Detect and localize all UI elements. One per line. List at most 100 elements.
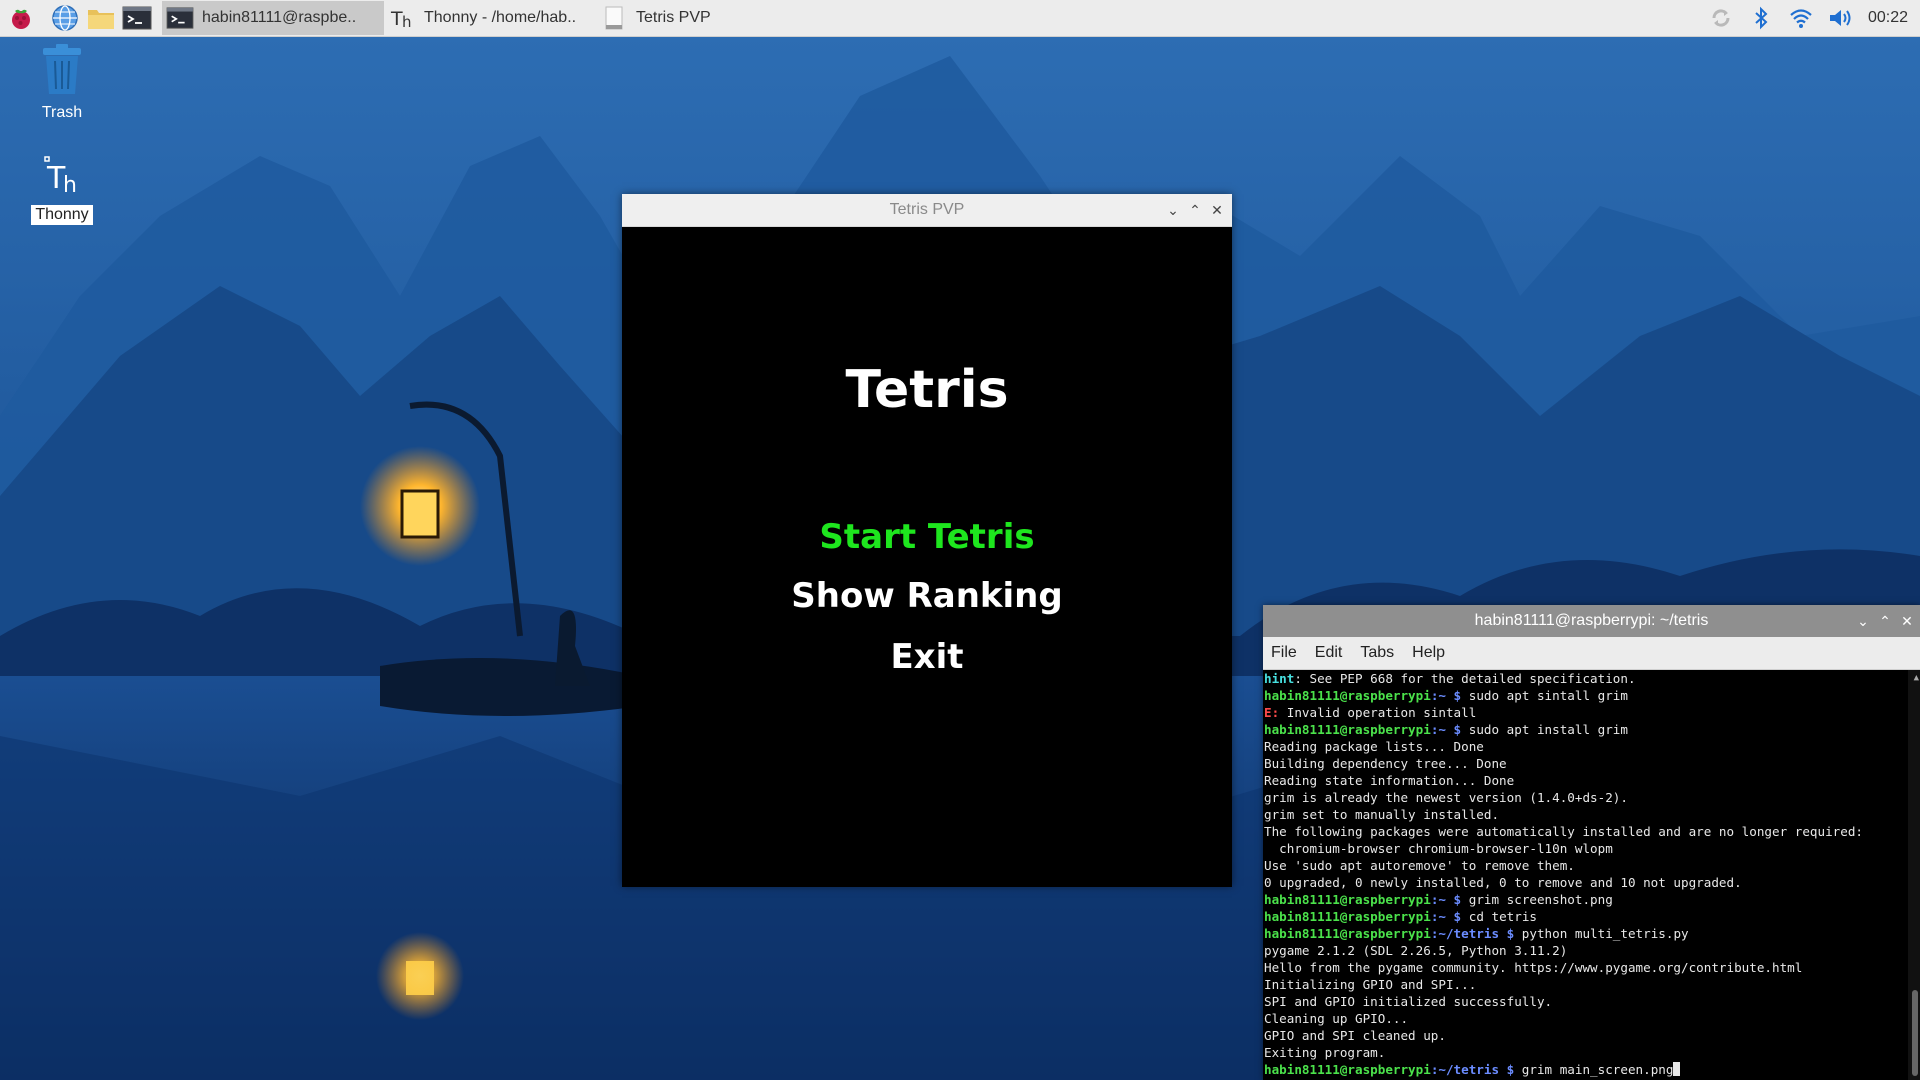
terminal-line: 0 upgraded, 0 newly installed, 0 to remo… xyxy=(1264,875,1742,890)
window-title: habin81111@raspberrypi: ~/tetris xyxy=(1474,612,1709,629)
window-titlebar[interactable]: habin81111@raspberrypi: ~/tetris ⌄ ⌃ ✕ xyxy=(1263,605,1920,637)
prompt-path: :~ $ xyxy=(1430,722,1462,737)
terminal-window: habin81111@raspberrypi: ~/tetris ⌄ ⌃ ✕ F… xyxy=(1263,605,1920,1080)
maximize-button[interactable]: ⌃ xyxy=(1874,610,1896,632)
command-text: cd tetris xyxy=(1461,909,1537,924)
prompt-path: :~/tetris $ xyxy=(1430,926,1515,941)
desktop-icon-trash[interactable]: Trash xyxy=(22,44,102,123)
terminal-line: grim is already the newest version (1.4.… xyxy=(1264,790,1628,805)
web-browser-icon[interactable] xyxy=(50,3,80,33)
terminal-line: habin81111@raspberrypi:~/tetris $ python… xyxy=(1264,925,1920,942)
menu-tabs[interactable]: Tabs xyxy=(1352,644,1404,662)
terminal-line: habin81111@raspberrypi:~ $ sudo apt inst… xyxy=(1264,721,1920,738)
desktop-icon-label: Trash xyxy=(41,104,83,121)
task-label: Thonny - /home/hab.. xyxy=(424,9,577,26)
minimize-button[interactable]: ⌄ xyxy=(1852,610,1874,632)
menu-exit[interactable]: Exit xyxy=(622,637,1232,677)
clock[interactable]: 00:22 xyxy=(1868,9,1908,27)
terminal-line: habin81111@raspberrypi:~/tetris $ grim m… xyxy=(1264,1061,1920,1078)
command-text: sudo apt install grim xyxy=(1461,722,1628,737)
terminal-menubar: File Edit Tabs Help xyxy=(1263,637,1920,670)
minimize-button[interactable]: ⌄ xyxy=(1162,199,1184,221)
prompt-user: habin81111@raspberrypi xyxy=(1264,1062,1431,1077)
svg-text:h: h xyxy=(63,173,77,198)
terminal-line: pygame 2.1.2 (SDL 2.26.5, Python 3.11.2) xyxy=(1264,943,1568,958)
terminal-icon xyxy=(166,5,194,31)
menu-file[interactable]: File xyxy=(1263,644,1307,662)
volume-icon[interactable] xyxy=(1826,3,1856,33)
update-icon[interactable] xyxy=(1706,3,1736,33)
menu-help[interactable]: Help xyxy=(1404,644,1455,662)
command-text: grim main_screen.png xyxy=(1514,1062,1674,1077)
output-text: : See PEP 668 for the detailed specifica… xyxy=(1294,671,1636,686)
command-text: grim screenshot.png xyxy=(1461,892,1613,907)
game-canvas[interactable]: Tetris Start Tetris Show Ranking Exit xyxy=(622,227,1232,887)
svg-text:h: h xyxy=(402,13,412,30)
terminal-line: Initializing GPIO and SPI... xyxy=(1264,977,1477,992)
command-text: python multi_tetris.py xyxy=(1514,926,1689,941)
task-thonny[interactable]: Th Thonny - /home/hab.. xyxy=(384,1,596,35)
menu-start-tetris[interactable]: Start Tetris xyxy=(622,517,1232,557)
terminal-line: The following packages were automaticall… xyxy=(1264,824,1863,839)
terminal-line: GPIO and SPI cleaned up. xyxy=(1264,1028,1446,1043)
trash-icon xyxy=(22,44,102,101)
prompt-path: :~ $ xyxy=(1430,909,1462,924)
terminal-launcher-icon[interactable] xyxy=(122,3,152,33)
terminal-output[interactable]: ▲ hint: See PEP 668 for the detailed spe… xyxy=(1263,670,1920,1080)
close-button[interactable]: ✕ xyxy=(1896,610,1918,632)
prompt-user: habin81111@raspberrypi xyxy=(1264,688,1431,703)
task-label: habin81111@raspbe.. xyxy=(202,9,357,26)
task-terminal[interactable]: habin81111@raspbe.. xyxy=(162,1,384,35)
maximize-button[interactable]: ⌃ xyxy=(1184,199,1206,221)
terminal-line: Exiting program. xyxy=(1264,1045,1386,1060)
window-icon xyxy=(600,5,628,31)
close-button[interactable]: ✕ xyxy=(1206,199,1228,221)
scrollbar[interactable]: ▲ xyxy=(1908,670,1920,1080)
terminal-line: hint: See PEP 668 for the detailed speci… xyxy=(1264,670,1920,687)
raspberry-menu-icon[interactable] xyxy=(6,3,36,33)
window-titlebar[interactable]: Tetris PVP ⌄ ⌃ ✕ xyxy=(622,194,1232,227)
terminal-line: chromium-browser chromium-browser-l10n w… xyxy=(1264,841,1613,856)
terminal-line: Building dependency tree... Done xyxy=(1264,756,1507,771)
terminal-line: grim set to manually installed. xyxy=(1264,807,1500,822)
chevron-up-icon: ⌃ xyxy=(1189,201,1201,218)
menu-edit[interactable]: Edit xyxy=(1307,644,1353,662)
taskbar: habin81111@raspbe.. Th Thonny - /home/ha… xyxy=(0,0,1920,37)
terminal-line: Hello from the pygame community. https:/… xyxy=(1264,960,1803,975)
prompt-user: habin81111@raspberrypi xyxy=(1264,926,1431,941)
menu-show-ranking[interactable]: Show Ranking xyxy=(622,576,1232,616)
scroll-up-icon[interactable]: ▲ xyxy=(1914,670,1919,687)
system-tray: 00:22 xyxy=(1706,0,1920,36)
output-tag: hint xyxy=(1264,671,1295,686)
chevron-down-icon: ⌄ xyxy=(1857,612,1869,629)
desktop-icon-label: Thonny xyxy=(31,205,93,225)
prompt-user: habin81111@raspberrypi xyxy=(1264,909,1431,924)
scrollbar-thumb[interactable] xyxy=(1912,990,1918,1076)
wifi-icon[interactable] xyxy=(1786,3,1816,33)
text-cursor xyxy=(1673,1062,1681,1076)
terminal-line: Reading state information... Done xyxy=(1264,773,1515,788)
chevron-up-icon: ⌃ xyxy=(1879,612,1891,629)
prompt-user: habin81111@raspberrypi xyxy=(1264,722,1431,737)
terminal-line: SPI and GPIO initialized successfully. xyxy=(1264,994,1553,1009)
output-tag: E: xyxy=(1264,705,1280,720)
command-text: sudo apt sintall grim xyxy=(1461,688,1628,703)
desktop-icon-thonny[interactable]: Th Thonny xyxy=(22,152,102,225)
file-manager-icon[interactable] xyxy=(86,3,116,33)
terminal-line: habin81111@raspberrypi:~ $ cd tetris xyxy=(1264,908,1920,925)
bluetooth-icon[interactable] xyxy=(1746,3,1776,33)
task-tetris[interactable]: Tetris PVP xyxy=(596,1,768,35)
thonny-icon: Th xyxy=(388,5,416,31)
window-title: Tetris PVP xyxy=(889,201,965,218)
chevron-down-icon: ⌄ xyxy=(1167,201,1179,218)
prompt-path: :~ $ xyxy=(1430,892,1462,907)
terminal-line: habin81111@raspberrypi:~ $ grim screensh… xyxy=(1264,891,1920,908)
close-icon: ✕ xyxy=(1901,612,1913,629)
terminal-line: habin81111@raspberrypi:~ $ sudo apt sint… xyxy=(1264,687,1920,704)
terminal-line: Reading package lists... Done xyxy=(1264,739,1484,754)
thonny-icon: Th xyxy=(22,152,102,203)
terminal-line: Use 'sudo apt autoremove' to remove them… xyxy=(1264,858,1575,873)
game-title: Tetris xyxy=(845,360,1009,420)
terminal-line: E: Invalid operation sintall xyxy=(1264,704,1920,721)
task-label: Tetris PVP xyxy=(636,9,711,26)
